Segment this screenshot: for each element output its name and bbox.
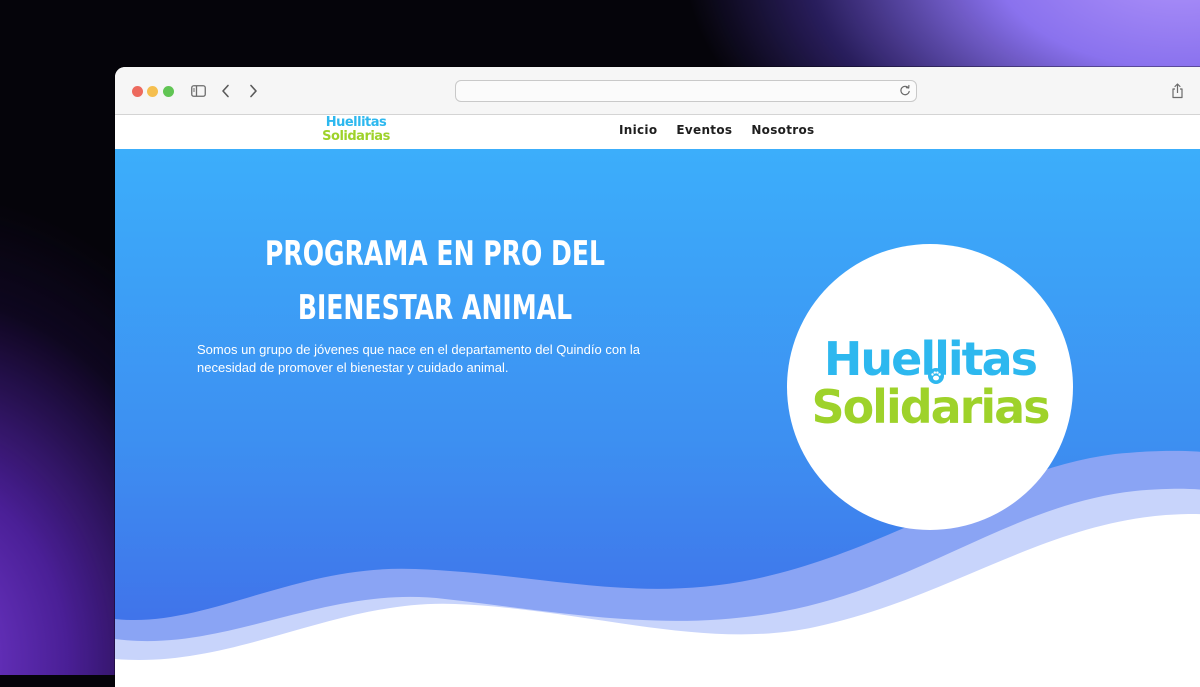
hero-description: Somos un grupo de jóvenes que nace en el… xyxy=(197,342,641,375)
back-chevron-icon[interactable] xyxy=(215,81,235,101)
logo-text-line1: Huellitas xyxy=(325,115,387,130)
paw-icon xyxy=(928,368,944,389)
browser-toolbar xyxy=(115,67,1200,115)
hero-title: PROGRAMA EN PRO DEL BIENESTAR ANIMAL xyxy=(265,234,605,328)
sidebar-icon[interactable] xyxy=(188,81,208,101)
hero-logo-line2: Solidarias xyxy=(811,380,1050,434)
reload-icon[interactable] xyxy=(899,84,911,102)
minimize-window-button[interactable] xyxy=(147,86,158,97)
zoom-window-button[interactable] xyxy=(163,86,174,97)
forward-chevron-icon[interactable] xyxy=(243,81,263,101)
nav-link-eventos[interactable]: Eventos xyxy=(676,123,732,137)
nav-links: Inicio Eventos Nosotros xyxy=(619,123,833,137)
logo-text-line2: Solidarias xyxy=(322,129,390,144)
nav-link-nosotros[interactable]: Nosotros xyxy=(751,123,814,137)
nav-link-inicio[interactable]: Inicio xyxy=(619,123,657,137)
site-navbar: Huellitas Solidarias Inicio Eventos Noso… xyxy=(115,115,1200,149)
browser-window: Huellitas Solidarias Inicio Eventos Noso… xyxy=(115,67,1200,687)
hero-logo-circle: Huellitas Solidarias xyxy=(787,244,1073,530)
hero-section: PROGRAMA EN PRO DEL BIENESTAR ANIMAL Som… xyxy=(115,149,1200,687)
site-logo[interactable]: Huellitas Solidarias xyxy=(321,116,391,148)
close-window-button[interactable] xyxy=(132,86,143,97)
address-bar[interactable] xyxy=(455,80,917,102)
website: Huellitas Solidarias Inicio Eventos Noso… xyxy=(115,115,1200,687)
share-icon[interactable] xyxy=(1167,81,1187,101)
